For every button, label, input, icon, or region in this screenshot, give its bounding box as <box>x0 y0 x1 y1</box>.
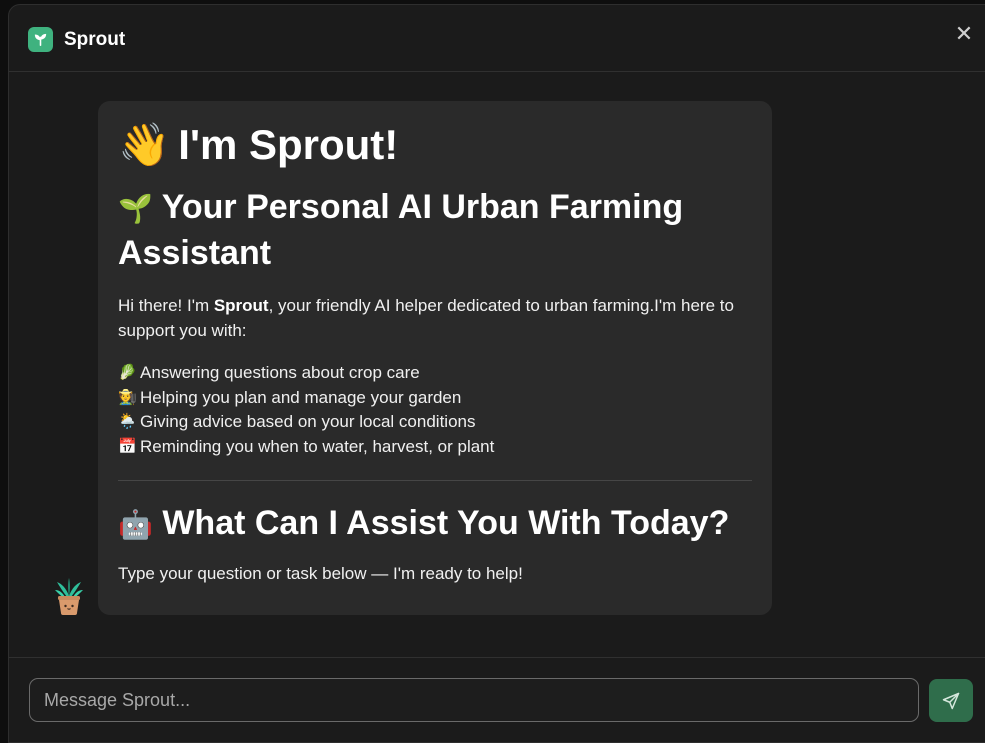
weather-icon: 🌦️ <box>118 413 137 430</box>
farmer-icon: 🧑‍🌾 <box>118 388 137 406</box>
intro-paragraph: Hi there! I'm Sprout, your friendly AI h… <box>118 293 752 343</box>
plant-avatar <box>53 576 85 616</box>
message-list: 👋 I'm Sprout! 🌱 Your Personal AI Urban F… <box>9 73 985 657</box>
list-item-text: Answering questions about crop care <box>140 363 420 382</box>
capability-list: 🥬 Answering questions about crop care 🧑‍… <box>118 361 752 459</box>
send-icon <box>941 691 961 711</box>
message-input[interactable] <box>29 678 919 722</box>
list-item-text: Giving advice based on your local condit… <box>140 412 476 431</box>
list-item-text: Reminding you when to water, harvest, or… <box>140 436 495 456</box>
assistant-subheading-text: Your Personal AI Urban Farming Assistant <box>118 188 684 272</box>
assistant-message: 👋 I'm Sprout! 🌱 Your Personal AI Urban F… <box>98 101 772 615</box>
seedling-emoji: 🌱 <box>118 193 153 224</box>
leaf-icon <box>28 27 53 52</box>
leafy-green-icon: 🥬 <box>118 364 137 381</box>
intro-prefix: Hi there! I'm <box>118 296 214 315</box>
close-icon[interactable]: ✕ <box>952 21 976 46</box>
list-item: 🥬 Answering questions about crop care <box>118 361 752 386</box>
assistant-subheading: 🌱 Your Personal AI Urban Farming Assista… <box>118 185 752 275</box>
robot-emoji: 🤖 <box>118 509 153 540</box>
prompt-text: Type your question or task below — I'm r… <box>118 564 523 583</box>
list-item: 🧑‍🌾 Helping you plan and manage your gar… <box>118 386 752 411</box>
list-item: 🌦️ Giving advice based on your local con… <box>118 410 752 435</box>
calendar-icon: 📅 <box>118 437 137 455</box>
divider <box>118 480 752 481</box>
list-item: 📅 Reminding you when to water, harvest, … <box>118 435 752 460</box>
chat-window: Sprout ✕ 👋 I'm Sprout! 🌱 Your Personal A… <box>8 4 985 743</box>
greeting-heading: 👋 I'm Sprout! <box>118 119 752 171</box>
chat-header: Sprout ✕ <box>9 5 985 72</box>
assist-heading: 🤖 What Can I Assist You With Today? <box>118 501 752 547</box>
send-button[interactable] <box>929 679 973 722</box>
intro-name: Sprout <box>213 296 269 315</box>
composer <box>9 657 985 742</box>
greeting-heading-text: I'm Sprout! <box>178 121 399 168</box>
list-item-text: Helping you plan and manage your garden <box>140 387 462 407</box>
app-title: Sprout <box>64 29 126 50</box>
assist-heading-text: What Can I Assist You With Today? <box>162 504 730 542</box>
waving-hand-emoji: 👋 <box>118 121 171 168</box>
